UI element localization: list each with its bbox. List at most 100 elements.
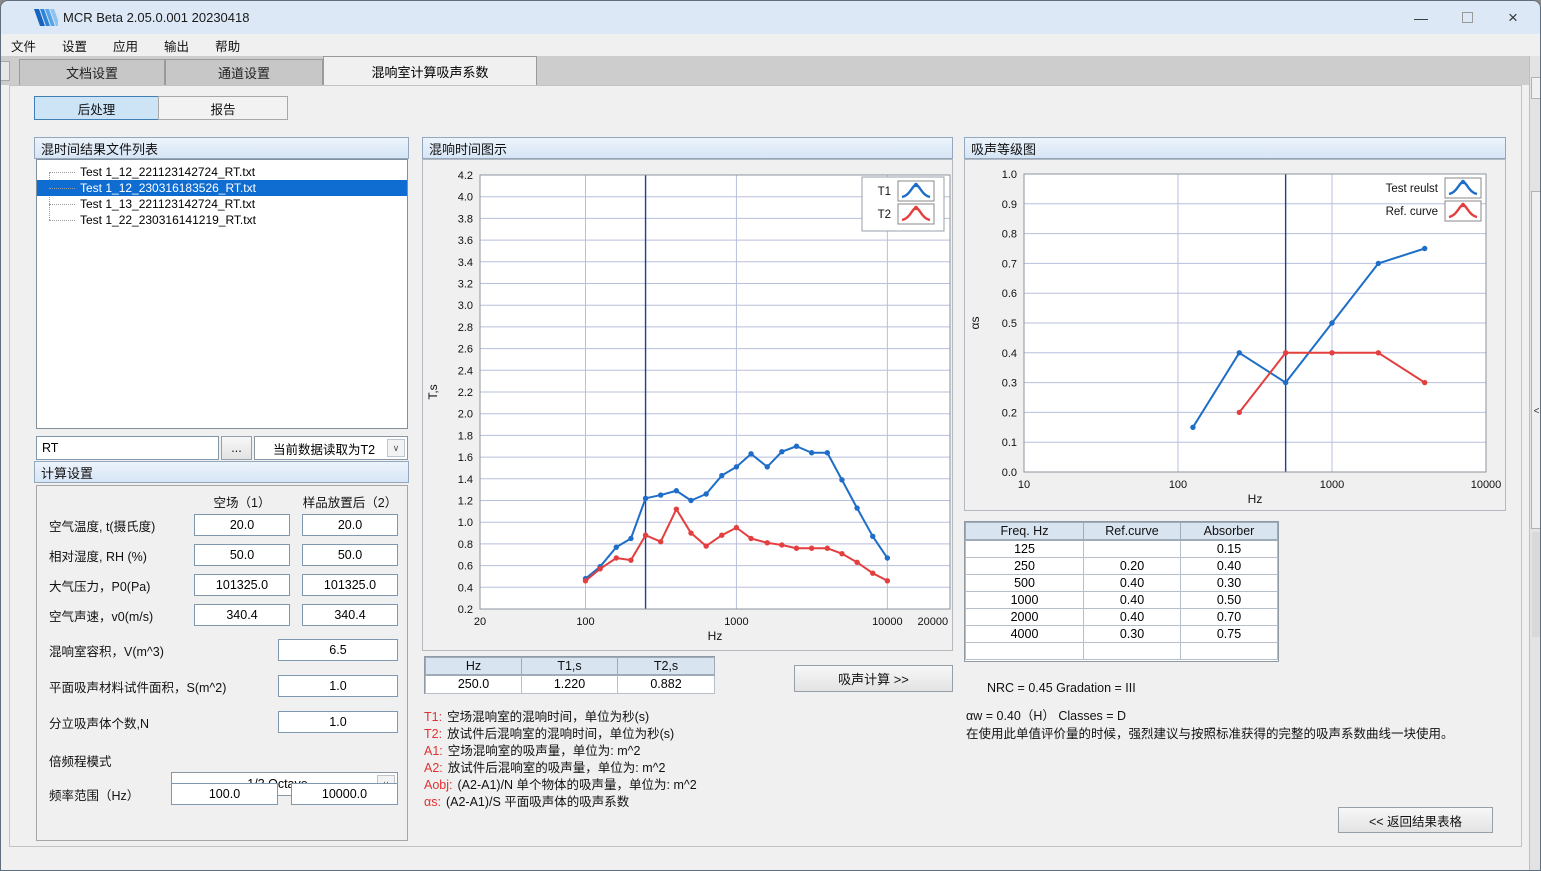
sample-area-input[interactable] bbox=[278, 675, 398, 697]
subtab-report[interactable]: 报告 bbox=[158, 96, 288, 120]
tree-branch bbox=[49, 188, 75, 189]
note-key: T2: bbox=[424, 727, 442, 741]
nrc-result: NRC = 0.45 Gradation = III bbox=[987, 681, 1136, 695]
speed-2-input[interactable] bbox=[302, 604, 398, 626]
svg-text:Test reulst: Test reulst bbox=[1386, 183, 1439, 195]
browse-button[interactable]: ... bbox=[221, 436, 252, 460]
list-item[interactable]: Test 1_22_230316141219_RT.txt bbox=[37, 212, 407, 228]
cell bbox=[1084, 642, 1181, 659]
svg-text:3.2: 3.2 bbox=[458, 279, 473, 291]
col-hz: Hz bbox=[426, 658, 522, 676]
tab-document-settings[interactable]: 文档设置 bbox=[19, 59, 165, 85]
note-text: 空场混响室的混响时间，单位为秒(s) bbox=[447, 710, 649, 724]
col-t2: T2,s bbox=[618, 658, 715, 676]
svg-text:2.2: 2.2 bbox=[458, 387, 473, 399]
file-name: Test 1_13_221123142724_RT.txt bbox=[80, 197, 255, 211]
note-key: A1: bbox=[424, 744, 443, 758]
pressure-2-input[interactable] bbox=[302, 574, 398, 596]
splitter-handle[interactable] bbox=[1531, 191, 1541, 529]
close-button[interactable]: × bbox=[1490, 1, 1536, 34]
svg-text:0.8: 0.8 bbox=[458, 539, 473, 551]
list-item[interactable]: Test 1_12_221123142724_RT.txt bbox=[37, 164, 407, 180]
advice-text: 在使用此单值评价量的时候，强烈建议与按照标准获得的完整的吸声系数曲线一块使用。 bbox=[966, 723, 1454, 742]
svg-text:0.2: 0.2 bbox=[458, 604, 473, 616]
table-row: 2500.200.40 bbox=[966, 557, 1278, 574]
menu-settings[interactable]: 设置 bbox=[52, 34, 97, 57]
minimize-button[interactable]: — bbox=[1398, 1, 1444, 34]
absorption-calc-button[interactable]: 吸声计算 >> bbox=[794, 665, 953, 692]
rating-chart-box: 0.00.10.20.30.40.50.60.70.80.91.01010010… bbox=[964, 159, 1506, 511]
tab-channel-settings[interactable]: 通道设置 bbox=[165, 59, 323, 85]
list-item-selected[interactable]: Test 1_12_230316183526_RT.txt bbox=[37, 180, 407, 196]
cursor-t2: 0.882 bbox=[618, 675, 715, 693]
svg-text:1.0: 1.0 bbox=[458, 517, 473, 529]
file-name: Test 1_22_230316141219_RT.txt bbox=[80, 213, 256, 227]
subtab-postprocess[interactable]: 后处理 bbox=[34, 96, 159, 120]
cell: 0.40 bbox=[1084, 591, 1181, 608]
cell: 0.40 bbox=[1181, 557, 1278, 574]
svg-text:20: 20 bbox=[474, 616, 486, 628]
rt-name-input[interactable] bbox=[36, 436, 219, 460]
table-row bbox=[966, 642, 1278, 659]
svg-text:3.6: 3.6 bbox=[458, 235, 473, 247]
svg-text:4.0: 4.0 bbox=[458, 192, 473, 204]
menu-output[interactable]: 输出 bbox=[154, 34, 199, 57]
svg-text:3.4: 3.4 bbox=[458, 257, 473, 269]
note-key: αs: bbox=[424, 795, 441, 809]
collapse-left-icon[interactable]: < bbox=[1530, 406, 1541, 417]
return-results-button[interactable]: << 返回结果表格 bbox=[1338, 807, 1493, 833]
menu-apply[interactable]: 应用 bbox=[103, 34, 148, 57]
cursor-hz: 250.0 bbox=[426, 675, 522, 693]
file-list-panel-header: 混时间结果文件列表 bbox=[34, 137, 409, 159]
note-key: T1: bbox=[424, 710, 442, 724]
pressure-1-input[interactable] bbox=[194, 574, 290, 596]
menu-bar: 文件 设置 应用 输出 帮助 bbox=[1, 34, 1540, 56]
maximize-button[interactable] bbox=[1444, 1, 1490, 34]
svg-text:1000: 1000 bbox=[1320, 479, 1344, 491]
svg-text:Hz: Hz bbox=[1248, 492, 1263, 506]
menu-help[interactable]: 帮助 bbox=[205, 34, 250, 57]
svg-text:3.0: 3.0 bbox=[458, 300, 473, 312]
tab-reverb-absorption[interactable]: 混响室计算吸声系数 bbox=[323, 56, 537, 85]
list-item[interactable]: Test 1_13_221123142724_RT.txt bbox=[37, 196, 407, 212]
table-row: 20000.400.70 bbox=[966, 608, 1278, 625]
humidity-2-input[interactable] bbox=[302, 544, 398, 566]
rt-chart-panel-header: 混响时间图示 bbox=[422, 137, 953, 159]
app-logo-icon bbox=[34, 9, 58, 26]
temp-2-input[interactable] bbox=[302, 514, 398, 536]
col-t1: T1,s bbox=[522, 658, 618, 676]
temp-1-input[interactable] bbox=[194, 514, 290, 536]
splitter-thumb-lower[interactable] bbox=[1532, 532, 1541, 637]
side-splitter: < bbox=[1529, 56, 1541, 871]
svg-text:10000: 10000 bbox=[1471, 479, 1502, 491]
cell: 1000 bbox=[966, 591, 1084, 608]
rt-chart-box: 0.20.40.60.81.01.21.41.61.82.02.22.42.62… bbox=[422, 159, 953, 651]
close-icon: × bbox=[1508, 8, 1518, 28]
cell: 4000 bbox=[966, 625, 1084, 642]
note-text: 空场混响室的吸声量，单位为: m^2 bbox=[448, 744, 641, 758]
col-refcurve: Ref.curve bbox=[1084, 523, 1181, 541]
room-volume-input[interactable] bbox=[278, 639, 398, 661]
col-freq: Freq. Hz bbox=[966, 523, 1084, 541]
field-label-sample-area: 平面吸声材料试件面积，S(m^2) bbox=[49, 675, 226, 697]
file-list-panel-title: 混时间结果文件列表 bbox=[41, 139, 158, 158]
field-label-humidity: 相对湿度, RH (%) bbox=[49, 544, 147, 566]
svg-text:1.6: 1.6 bbox=[458, 452, 473, 464]
data-target-combo[interactable]: 当前数据读取为T2 ∨ bbox=[254, 436, 408, 460]
splitter-top-box[interactable] bbox=[1531, 77, 1541, 99]
freq-min-input[interactable] bbox=[171, 783, 278, 805]
chevron-down-icon[interactable]: ∨ bbox=[387, 439, 405, 457]
absorber-count-input[interactable] bbox=[278, 711, 398, 733]
cell: 500 bbox=[966, 574, 1084, 591]
note-key: Aobj: bbox=[424, 778, 453, 792]
svg-text:0.1: 0.1 bbox=[1002, 437, 1017, 449]
humidity-1-input[interactable] bbox=[194, 544, 290, 566]
speed-1-input[interactable] bbox=[194, 604, 290, 626]
svg-text:1.2: 1.2 bbox=[458, 496, 473, 508]
freq-max-input[interactable] bbox=[291, 783, 398, 805]
svg-text:3.8: 3.8 bbox=[458, 213, 473, 225]
menu-file[interactable]: 文件 bbox=[1, 34, 46, 57]
note-key: A2: bbox=[424, 761, 443, 775]
svg-text:0.4: 0.4 bbox=[458, 582, 473, 594]
table-row: 40000.300.75 bbox=[966, 625, 1278, 642]
